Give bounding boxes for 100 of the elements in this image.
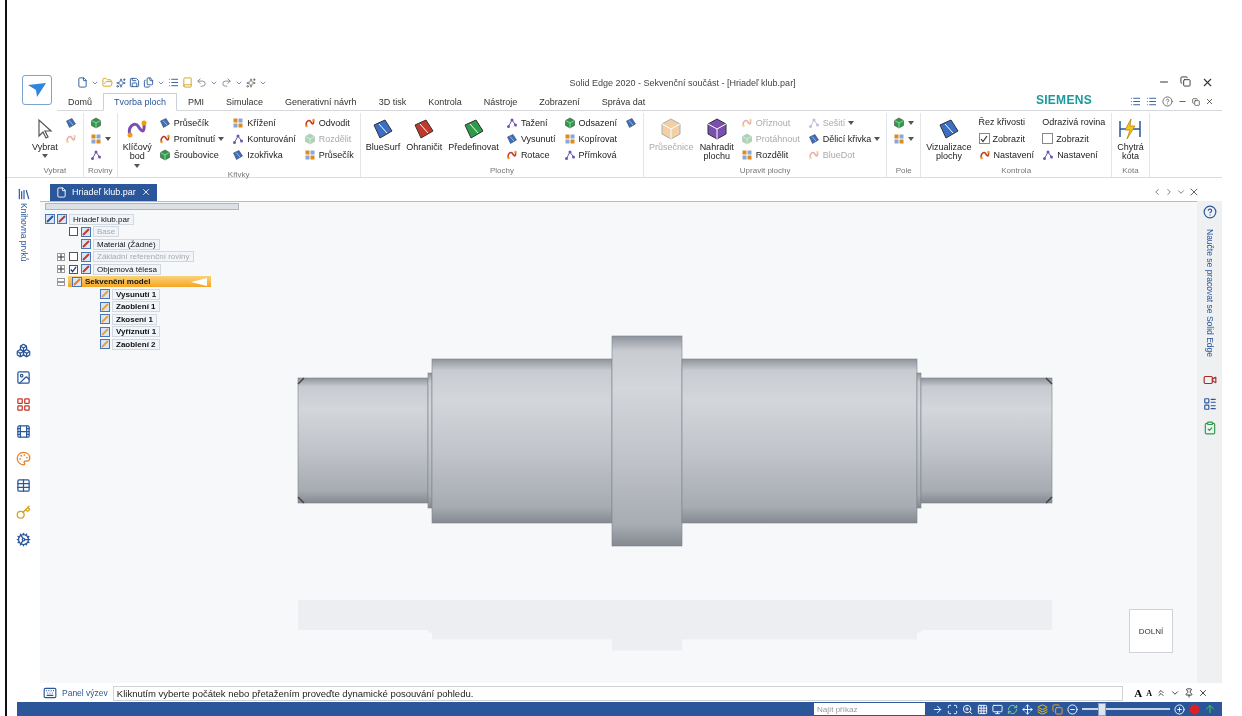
panel-tab[interactable]: Naučte se pracovat se Solid Edge	[1204, 228, 1215, 357]
checkbox[interactable]	[69, 264, 78, 274]
redo-icon[interactable]	[221, 77, 232, 88]
ribbon-button[interactable]: Ohraničit	[405, 115, 444, 155]
ribbon-button[interactable]: BlueSurf	[364, 115, 402, 155]
ribbon-button[interactable]: Promítnutí	[156, 131, 227, 146]
pin-icon[interactable]	[1184, 688, 1194, 699]
table-icon[interactable]	[16, 478, 31, 494]
ribbon-button[interactable]: Konturování	[230, 131, 298, 146]
copy-icon[interactable]	[1052, 703, 1063, 715]
ribbon-button[interactable]: Nastavení	[976, 147, 1037, 162]
ribbon-tab[interactable]: Nástroje	[472, 93, 529, 111]
files-icon[interactable]	[143, 77, 154, 88]
grid-icon[interactable]	[16, 397, 31, 413]
ribbon-button[interactable]: Chytrá kóta	[1116, 115, 1145, 164]
ribbon-button[interactable]: Odvodit	[301, 115, 356, 130]
document-tab[interactable]: Hriadeľ klub.par	[50, 183, 157, 201]
panel-tab[interactable]: Knihovna prvků	[18, 202, 29, 262]
film-icon[interactable]	[16, 424, 31, 440]
close-icon[interactable]	[1205, 97, 1214, 106]
ribbon-button[interactable]: Rotace	[503, 147, 558, 162]
fit-icon[interactable]	[947, 703, 958, 715]
list-icon[interactable]	[168, 77, 179, 88]
help-icon[interactable]	[1202, 204, 1217, 219]
ribbon-button[interactable]: Nahradit plochu	[698, 115, 735, 164]
library-icon[interactable]	[16, 186, 31, 201]
ribbon-tab[interactable]: Domů	[57, 93, 103, 111]
close-icon[interactable]	[1201, 76, 1214, 89]
expand-icon[interactable]	[1156, 688, 1166, 699]
sparkle-icon[interactable]	[116, 77, 126, 88]
ribbon-button[interactable]: Šroubovice	[156, 147, 227, 162]
font-larger-button[interactable]: A	[1134, 687, 1143, 700]
expander[interactable]	[56, 277, 65, 286]
application-button[interactable]	[22, 75, 52, 105]
save-icon[interactable]	[129, 77, 140, 88]
ribbon-button[interactable]: Vizualizace plochy	[925, 115, 973, 164]
tree-item[interactable]: Materiál (Žádné)	[93, 238, 160, 250]
ribbon-button[interactable]: Tažení	[503, 115, 558, 130]
grid-icon[interactable]	[977, 703, 988, 715]
ribbon-button[interactable]: Rozdělit	[738, 147, 802, 162]
arrow-icon[interactable]	[932, 703, 943, 715]
ribbon-button[interactable]: Nastavení	[1040, 147, 1108, 162]
new-file-icon[interactable]	[77, 77, 88, 88]
ribbon-button[interactable]: Dělicí křivka	[805, 131, 883, 146]
slider-thumb[interactable]	[1098, 702, 1107, 716]
boxes-icon[interactable]	[16, 343, 31, 359]
pan-icon[interactable]	[1022, 703, 1033, 715]
clipboard-icon[interactable]	[1202, 420, 1217, 435]
command-search-field[interactable]: Najít příkaz	[814, 703, 925, 716]
resize-handle[interactable]	[45, 202, 239, 210]
tree-item[interactable]: Vysunutí 1	[112, 288, 161, 300]
ribbon-tab[interactable]: Správa dat	[590, 93, 657, 111]
ribbon-tab[interactable]: 3D tisk	[367, 93, 418, 111]
scroll-right-icon[interactable]	[1164, 186, 1174, 197]
ribbon-button[interactable]: Klíčový bod	[121, 115, 153, 170]
zoom-out-icon[interactable]	[1067, 703, 1078, 715]
palette-icon[interactable]	[16, 451, 31, 467]
close-icon[interactable]	[140, 187, 151, 198]
ribbon-button[interactable]: Průsečík	[156, 115, 227, 130]
zoom-in-icon[interactable]	[1174, 703, 1185, 715]
tool-button[interactable]	[891, 115, 917, 130]
list-icon[interactable]	[1130, 96, 1141, 107]
ribbon-button[interactable]: Předefinovat	[447, 115, 500, 155]
ribbon-button[interactable]: Vybrat	[31, 115, 59, 161]
layers-icon[interactable]	[1037, 703, 1048, 715]
ribbon-tab[interactable]: PMI	[177, 93, 216, 111]
prompt-label[interactable]: Panel výzev	[62, 688, 108, 699]
close-icon[interactable]	[1198, 688, 1208, 699]
scroll-left-icon[interactable]	[1152, 186, 1162, 197]
restore-icon[interactable]	[1192, 97, 1200, 106]
restore-icon[interactable]	[1180, 76, 1191, 87]
ribbon-tab[interactable]: Tvorba ploch	[103, 93, 178, 111]
list-icon[interactable]	[1146, 96, 1157, 107]
ribbon-button[interactable]: Odsazení	[561, 115, 620, 130]
expander[interactable]	[56, 265, 65, 274]
checkbox[interactable]: Zobrazit	[976, 131, 1037, 146]
ribbon-button[interactable]: Průsečík	[301, 147, 356, 162]
checkbox[interactable]: Zobrazit	[1040, 131, 1108, 146]
tree-item[interactable]: Sekvenční model	[68, 276, 211, 288]
font-smaller-button[interactable]: A	[1146, 688, 1152, 698]
view-cube[interactable]: DOLNÍ	[1129, 609, 1173, 654]
ribbon-button[interactable]: Křížení	[230, 115, 298, 130]
ribbon-tab[interactable]: Zobrazení	[528, 93, 591, 111]
tree-item[interactable]: Hriadeľ klub.par	[69, 213, 134, 225]
ribbon-button[interactable]: Kopírovat	[561, 131, 620, 146]
gear-icon[interactable]	[16, 532, 31, 548]
undo-icon[interactable]	[196, 77, 207, 88]
tree-item[interactable]: Zaoblení 2	[112, 338, 160, 350]
tree-item[interactable]: Zkosení 1	[112, 313, 157, 325]
ribbon-tab[interactable]: Simulace	[215, 93, 275, 111]
tree-item[interactable]: Objemová tělesa	[93, 263, 162, 275]
list-icon[interactable]	[1202, 396, 1217, 411]
monitor-icon[interactable]	[992, 703, 1003, 715]
ribbon-tab[interactable]: Generativní návrh	[274, 93, 368, 111]
ribbon-tab[interactable]: Kontrola	[417, 93, 473, 111]
ribbon-button[interactable]: Izokřivka	[230, 147, 298, 162]
zoom-icon[interactable]	[962, 703, 973, 715]
ribbon-button[interactable]: Přímková	[561, 147, 620, 162]
help-icon[interactable]	[1162, 96, 1173, 107]
ribbon-button[interactable]: Vysunutí	[503, 131, 558, 146]
